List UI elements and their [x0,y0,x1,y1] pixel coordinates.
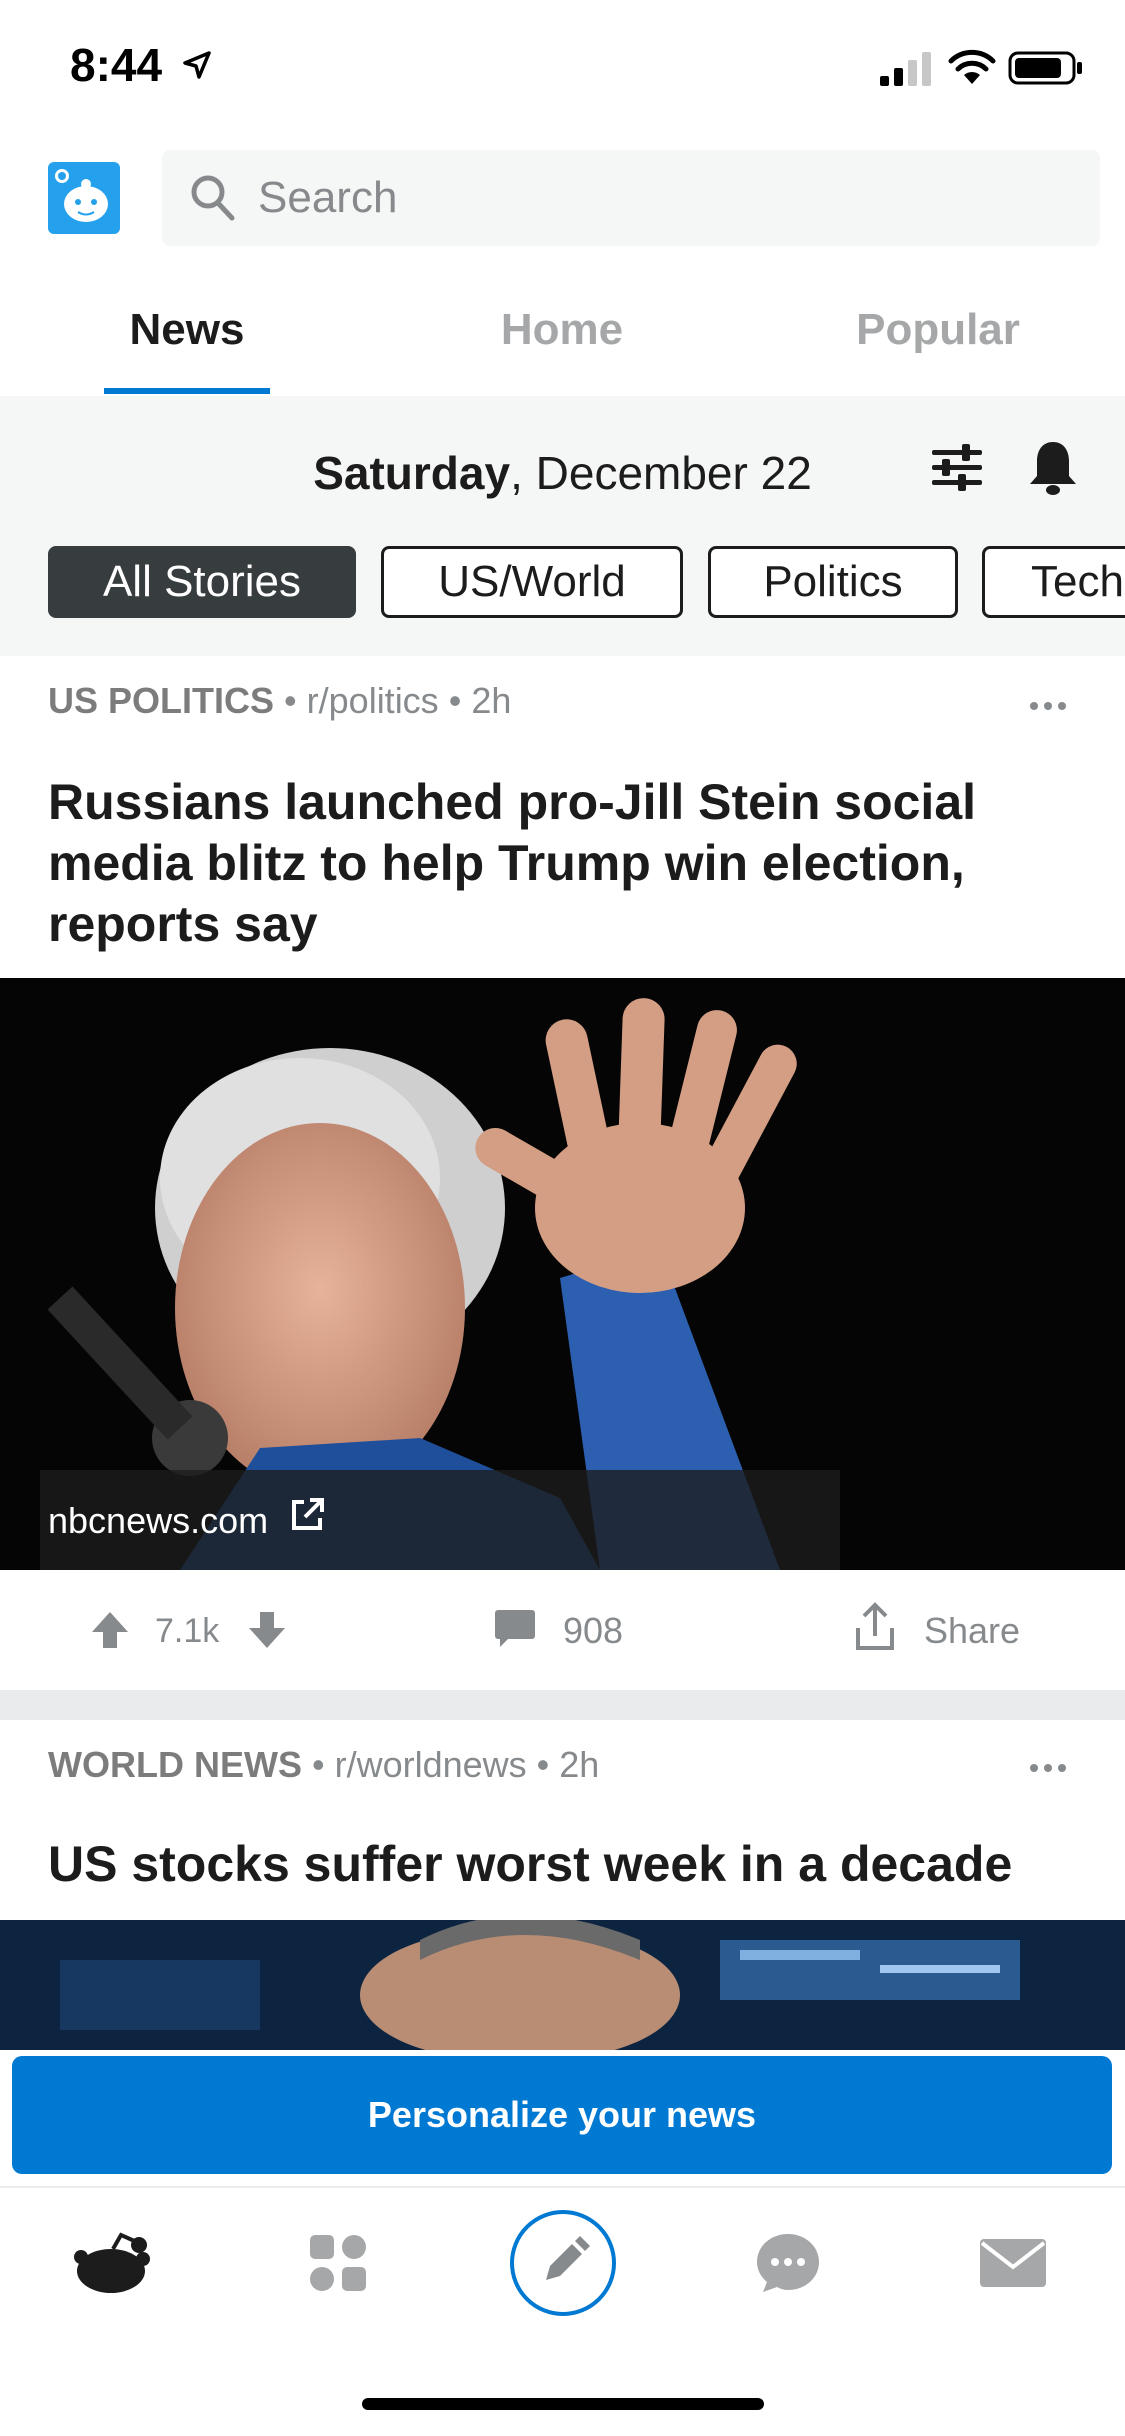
downvote-icon[interactable] [245,1608,289,1652]
communities-icon [309,2235,366,2291]
meta-separator: • [311,1744,335,1785]
news-date-header: Saturday, December 22 All Stories US/Wor… [0,396,1125,656]
reddit-logo-icon[interactable] [48,162,120,234]
chip-tech[interactable]: Tech [982,546,1125,618]
comment-count[interactable]: 908 [563,1610,623,1652]
more-options-icon[interactable] [1028,700,1068,712]
tab-news[interactable]: News [67,280,307,396]
post-separator [0,1690,1125,1720]
post-age: 2h [471,680,512,721]
cellular-signal-icon [880,52,931,86]
share-button[interactable]: Share [924,1610,1020,1652]
battery-icon [1008,51,1082,85]
meta-separator: • [284,680,307,721]
inbox-icon [979,2239,1046,2287]
post-meta: US POLITICS • r/politics • 2h [48,680,511,722]
search-icon [191,175,235,221]
search-input[interactable] [258,150,1078,246]
filter-chips: All Stories US/World Politics Tech [48,546,1125,620]
nav-communities[interactable] [225,2188,450,2338]
comment-icon[interactable] [494,1608,536,1648]
filter-settings-icon[interactable] [930,444,984,492]
post-subreddit[interactable]: r/politics [307,680,439,721]
chat-icon [756,2234,819,2292]
post-title[interactable]: Russians launched pro-Jill Stein social … [48,772,1078,955]
personalize-news-button[interactable]: Personalize your news [12,2056,1112,2174]
date-rest: , December 22 [510,447,812,499]
active-tab-indicator [104,388,270,394]
status-time: 8:44 [70,39,163,91]
more-options-icon[interactable] [1028,1762,1068,1774]
search-bar[interactable] [162,150,1100,246]
status-bar: 8:44 [0,0,1125,140]
nav-chat[interactable] [675,2188,900,2338]
post-action-bar: 7.1k 908 Share [0,1570,1125,1690]
post-icon [509,2210,616,2316]
tab-home[interactable]: Home [442,280,682,396]
tab-popular[interactable]: Popular [818,280,1058,396]
external-link-icon [292,1498,324,1530]
post-photo-illustration [0,1920,1125,2050]
chip-politics[interactable]: Politics [708,546,958,618]
chip-us-world[interactable]: US/World [381,546,683,618]
home-indicator[interactable] [362,2398,764,2410]
meta-separator: • [448,680,472,721]
post-category[interactable]: WORLD NEWS [48,1744,302,1785]
share-icon[interactable] [848,1600,902,1654]
chip-all-stories[interactable]: All Stories [48,546,356,618]
meta-separator: • [536,1744,560,1785]
post-image[interactable]: nbcnews.com [0,978,1125,1570]
post-age: 2h [559,1744,600,1785]
nav-inbox[interactable] [900,2188,1125,2338]
nav-home[interactable] [0,2188,225,2338]
wifi-icon [948,49,996,84]
post-title[interactable]: US stocks suffer worst week in a decade [48,1834,1078,1895]
post-meta: WORLD NEWS • r/worldnews • 2h [48,1744,599,1786]
vote-count: 7.1k [155,1612,220,1650]
post-image[interactable] [0,1920,1125,2050]
home-icon [73,2232,150,2293]
date-weekday: Saturday [313,447,511,499]
post-source-domain[interactable]: nbcnews.com [48,1500,268,1542]
feed-tabs: News Home Popular [0,280,1125,396]
post-subreddit[interactable]: r/worldnews [335,1744,527,1785]
post-category[interactable]: US POLITICS [48,680,274,721]
upvote-icon[interactable] [88,1608,132,1652]
notification-bell-icon[interactable] [1026,438,1080,498]
nav-create-post[interactable] [450,2188,675,2338]
location-arrow-icon [183,51,211,79]
